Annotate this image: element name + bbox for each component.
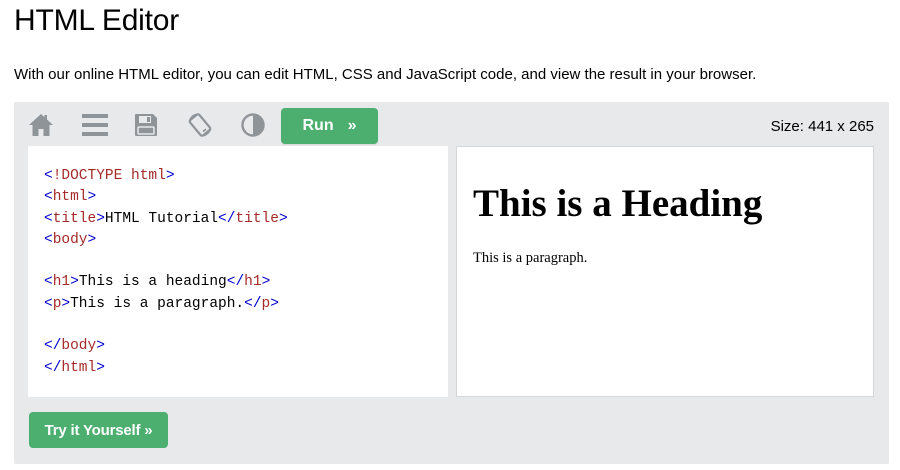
code-tag-bracket: </ xyxy=(218,210,236,227)
editor-toolbar: Run » Size: 441 x 265 xyxy=(14,102,889,146)
code-tag-bracket: > xyxy=(87,231,97,248)
code-tag-name: html xyxy=(61,359,97,376)
code-tag-bracket: < xyxy=(44,168,53,184)
code-tag-name: title xyxy=(52,210,97,227)
code-tag-bracket: </ xyxy=(244,295,262,312)
code-tag-bracket: </ xyxy=(226,274,245,291)
editor-panel: Run » Size: 441 x 265 <!DOCTYPE html> <ht… xyxy=(14,102,889,464)
result-pane: This is a Heading This is a paragraph. xyxy=(456,146,874,397)
rotate-icon[interactable] xyxy=(186,112,214,138)
contrast-icon[interactable] xyxy=(239,112,267,138)
page-title: HTML Editor xyxy=(14,4,180,37)
code-tag-bracket: > xyxy=(261,274,271,291)
code-tag-bracket: </ xyxy=(44,359,62,376)
save-icon[interactable] xyxy=(132,112,160,138)
code-tag-bracket: < xyxy=(44,210,53,227)
code-tag-bracket: > xyxy=(270,295,279,312)
code-tag-bracket: </ xyxy=(44,338,62,355)
code-tag-bracket: < xyxy=(44,231,53,248)
code-tag-name: title xyxy=(235,210,279,227)
code-tag-bracket: > xyxy=(87,189,97,206)
home-icon[interactable] xyxy=(27,112,55,138)
code-tag-name: body xyxy=(52,231,88,248)
code-tag-bracket: > xyxy=(96,359,105,376)
code-text: HTML Tutorial xyxy=(104,210,219,227)
intro-text: With our online HTML editor, you can edi… xyxy=(14,66,757,83)
code-tag-bracket: > xyxy=(165,168,175,184)
code-line: <html> xyxy=(44,187,448,208)
code-line: </html> xyxy=(44,358,448,379)
result-paragraph: This is a paragraph. xyxy=(473,250,588,266)
code-tag-name: h1 xyxy=(244,274,262,291)
code-text: This is a paragraph. xyxy=(70,295,245,312)
code-tag-bracket: < xyxy=(44,274,53,291)
code-tag-name: !DOCTYPE html xyxy=(52,168,166,184)
code-line: <body> xyxy=(44,230,448,251)
code-line: <!DOCTYPE html> xyxy=(44,166,448,187)
code-tag-bracket: > xyxy=(61,295,71,312)
code-line: <h1>This is a heading</h1> xyxy=(44,272,448,293)
run-label: Run xyxy=(302,117,334,134)
code-text: This is a heading xyxy=(78,274,227,291)
try-it-yourself-button[interactable]: Try it Yourself » xyxy=(29,412,168,448)
code-line: <p>This is a paragraph.</p> xyxy=(44,294,448,315)
code-tag-name: p xyxy=(261,295,271,312)
code-tag-bracket: < xyxy=(44,189,53,206)
code-tag-bracket: > xyxy=(96,338,105,355)
code-tag-name: h1 xyxy=(52,274,71,291)
code-tag-bracket: > xyxy=(70,274,79,291)
size-readout: Size: 441 x 265 xyxy=(770,118,874,135)
code-tag-name: html xyxy=(52,189,88,206)
code-tag-name: body xyxy=(61,338,97,355)
code-line: <title>HTML Tutorial</title> xyxy=(44,209,448,230)
code-line: </body> xyxy=(44,336,448,357)
result-heading: This is a Heading xyxy=(473,182,763,225)
menu-icon[interactable] xyxy=(81,112,109,138)
code-tag-bracket: < xyxy=(44,295,53,312)
code-tag-bracket: > xyxy=(96,210,105,227)
code-tag-bracket: > xyxy=(278,210,288,227)
run-button[interactable]: Run » xyxy=(281,108,378,144)
code-editor[interactable]: <!DOCTYPE html> <html> <title>HTML Tutoria… xyxy=(28,146,448,397)
run-arrow-icon: » xyxy=(347,117,357,134)
